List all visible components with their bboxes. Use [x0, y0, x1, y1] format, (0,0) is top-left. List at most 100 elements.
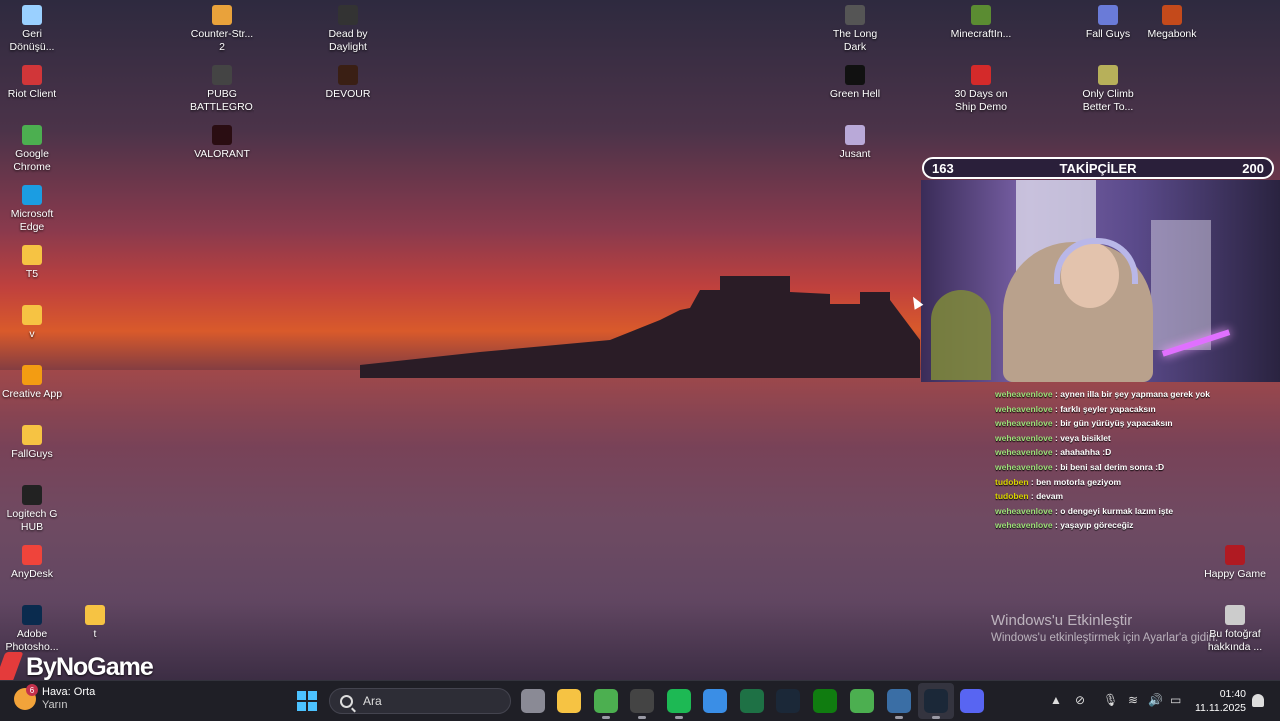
- desktop-icon[interactable]: Megabonk: [1140, 5, 1204, 41]
- microphone-icon[interactable]: 🎙: [1103, 693, 1118, 707]
- taskbar-app-game-app[interactable]: [887, 689, 911, 719]
- chat-username: tudoben: [995, 476, 1029, 487]
- desktop-icon[interactable]: Fall Guys: [1076, 5, 1140, 41]
- desktop-icon[interactable]: T5: [0, 245, 64, 281]
- desktop-icon[interactable]: Green Hell: [823, 65, 887, 101]
- desktop-icon-label: Green Hell: [829, 88, 881, 100]
- wifi-icon[interactable]: ≋: [1128, 693, 1138, 707]
- desktop-icon-label: Logitech G HUB: [6, 508, 58, 533]
- dbd-icon: [338, 5, 358, 25]
- taskbar-app-store[interactable]: [703, 689, 727, 713]
- notification-bell-icon[interactable]: [1252, 694, 1264, 707]
- desktop-icon[interactable]: Riot Client: [0, 65, 64, 101]
- valorant-icon: [212, 125, 232, 145]
- chat-username: weheavenlove: [995, 505, 1053, 516]
- chat-message: tudoben : devam: [995, 491, 1064, 502]
- chat-text: bir gün yürüyüş yapacaksın: [1060, 418, 1173, 429]
- show-hidden-icons[interactable]: ▲: [1050, 693, 1062, 707]
- desktop-icon-label: 30 Days on Ship Demo: [954, 88, 1008, 113]
- desktop-icon-label: Google Chrome: [13, 148, 51, 173]
- chat-message: weheavenlove : veya bisiklet: [995, 432, 1111, 443]
- folder-icon: [85, 605, 105, 625]
- taskbar-app-xbox[interactable]: [813, 689, 837, 713]
- chat-username: weheavenlove: [995, 447, 1053, 458]
- desktop-icon[interactable]: AnyDesk: [0, 545, 64, 581]
- chat-text: yaşayıp göreceğiz: [1060, 520, 1134, 531]
- weather-widget[interactable]: 6 Hava: Orta Yarın: [14, 684, 96, 712]
- chat-message: weheavenlove : ahahahha :D: [995, 447, 1112, 458]
- taskbar-app-obs[interactable]: [630, 689, 654, 719]
- desktop-icon[interactable]: Happy Game: [1203, 545, 1267, 581]
- volume-icon[interactable]: 🔊: [1148, 693, 1163, 707]
- desktop-icon[interactable]: t: [63, 605, 127, 641]
- search-icon: [340, 694, 353, 708]
- taskbar-app-excel[interactable]: [740, 689, 764, 713]
- desktop-icon[interactable]: VALORANT: [190, 125, 254, 161]
- desktop-icon[interactable]: PUBG BATTLEGRO...: [190, 65, 254, 114]
- desktop-icon[interactable]: Geri Dönüşü...: [0, 5, 64, 54]
- desktop-icon[interactable]: Creative App: [0, 365, 64, 401]
- chat-message: weheavenlove : aynen illa bir şey yapman…: [995, 389, 1210, 399]
- desktop-icon-label: VALORANT: [194, 148, 250, 160]
- desktop-icon[interactable]: Google Chrome: [0, 125, 64, 174]
- creative-app-icon: [22, 365, 42, 385]
- taskbar-app-chrome-profile[interactable]: [850, 689, 874, 713]
- desktop-icon-label: Megabonk: [1147, 28, 1197, 40]
- desktop-icon[interactable]: v: [0, 305, 64, 341]
- megabonk-icon: [1162, 5, 1182, 25]
- desktop-icon-label: Counter-Str... 2: [190, 28, 254, 53]
- desktop-icon[interactable]: FallGuys: [0, 425, 64, 461]
- taskbar-app-spotify[interactable]: [667, 689, 691, 719]
- weather-icon: 6: [14, 684, 38, 710]
- taskbar-app-steam-active[interactable]: [924, 689, 948, 719]
- taskbar-app-chrome[interactable]: [594, 689, 618, 719]
- taskbar-clock[interactable]: 01:40 11.11.2025: [1194, 687, 1246, 715]
- desktop-icon[interactable]: DEVOUR: [316, 65, 380, 101]
- chat-message: weheavenlove : bi beni sal derim sonra :…: [995, 461, 1165, 472]
- taskbar-search[interactable]: Ara: [329, 688, 511, 714]
- taskbar-app-discord[interactable]: [960, 689, 984, 713]
- follower-current: 163: [932, 160, 954, 176]
- network-off-icon[interactable]: ⊘: [1075, 693, 1085, 707]
- desktop-icon[interactable]: The Long Dark: [823, 5, 887, 54]
- chat-message: weheavenlove : o dengeyi kurmak lazım iş…: [995, 505, 1174, 516]
- taskbar-app-file-explorer[interactable]: [557, 689, 581, 713]
- taskbar-app-task-view[interactable]: [521, 689, 545, 713]
- desktop-icon[interactable]: MinecraftIn...: [949, 5, 1013, 41]
- minecraft-icon: [971, 5, 991, 25]
- desktop-icon-label: Dead by Daylight: [328, 28, 368, 53]
- battery-icon[interactable]: ▭: [1170, 693, 1181, 707]
- desktop-icon[interactable]: 30 Days on Ship Demo: [949, 65, 1013, 114]
- desktop-icon-label: PUBG BATTLEGRO...: [190, 88, 254, 113]
- desktop-icon[interactable]: Adobe Photosho...: [0, 605, 64, 654]
- desktop-icon-label: MinecraftIn...: [950, 28, 1012, 40]
- desktop-icon[interactable]: Logitech G HUB: [0, 485, 64, 534]
- chat-message: tudoben : ben motorla geziyom: [995, 476, 1122, 487]
- fall-guys-icon: [1098, 5, 1118, 25]
- desktop-icon[interactable]: Dead by Daylight: [316, 5, 380, 54]
- desktop-icon[interactable]: Jusant: [823, 125, 887, 161]
- desktop-icon-label: Riot Client: [7, 88, 57, 100]
- 30days-icon: [971, 65, 991, 85]
- desktop-icon-label: DEVOUR: [325, 88, 371, 100]
- chat-username: weheavenlove: [995, 403, 1053, 414]
- chat-username: weheavenlove: [995, 520, 1053, 531]
- bynogame-logo: ByNoGame: [0, 650, 154, 684]
- chat-username: weheavenlove: [995, 461, 1053, 472]
- chat-username: weheavenlove: [995, 418, 1053, 429]
- green-hell-icon: [845, 65, 865, 85]
- weather-title: Hava: Orta: [42, 686, 96, 698]
- desktop-icon[interactable]: Microsoft Edge: [0, 185, 64, 234]
- only-climb-icon: [1098, 65, 1118, 85]
- chat-text: o dengeyi kurmak lazım işte: [1060, 505, 1174, 516]
- desktop-icon-label: AnyDesk: [10, 568, 53, 580]
- chrome-icon: [22, 125, 42, 145]
- taskbar-app-steam[interactable]: [776, 689, 800, 713]
- devour-icon: [338, 65, 358, 85]
- desktop-icon[interactable]: Counter-Str... 2: [190, 5, 254, 54]
- start-button[interactable]: [297, 691, 317, 711]
- desktop-icon[interactable]: Only Climb Better To...: [1076, 65, 1140, 114]
- chat-text: farklı şeyler yapacaksın: [1060, 403, 1156, 414]
- desktop-icon-label: Only Climb Better To...: [1082, 88, 1134, 113]
- chat-text: ben motorla geziyom: [1036, 476, 1122, 487]
